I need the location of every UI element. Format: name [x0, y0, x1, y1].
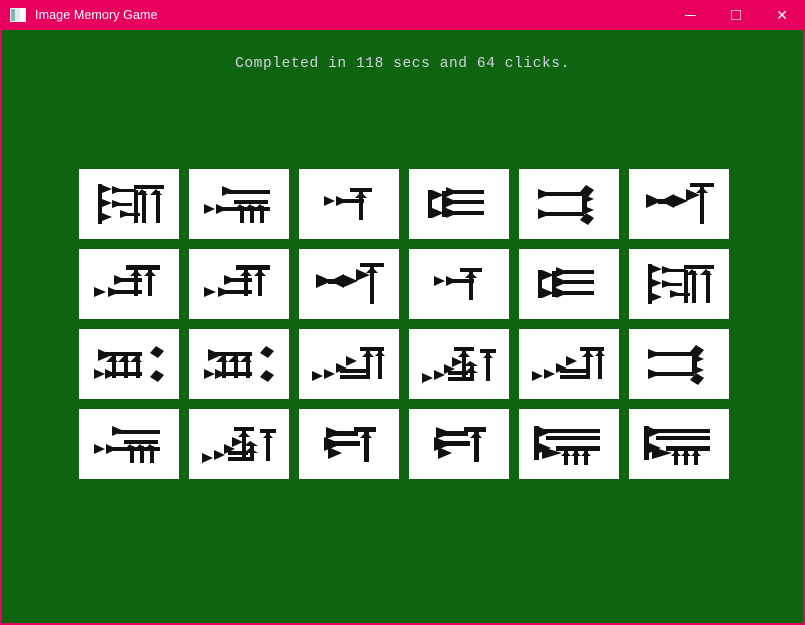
- image-icon: [10, 8, 26, 22]
- memory-card[interactable]: [79, 169, 179, 239]
- maximize-icon: [731, 10, 741, 20]
- memory-card[interactable]: [409, 249, 509, 319]
- memory-card[interactable]: [299, 249, 399, 319]
- cuneiform-b-icon: [94, 426, 160, 463]
- cuneiform-i-icon: [532, 347, 605, 381]
- memory-card[interactable]: [629, 169, 729, 239]
- memory-card[interactable]: [519, 169, 619, 239]
- close-icon: ✕: [776, 7, 788, 23]
- memory-card[interactable]: [519, 249, 619, 319]
- memory-card-grid: [79, 169, 731, 479]
- cuneiform-e-icon: [648, 345, 704, 385]
- memory-card[interactable]: [629, 249, 729, 319]
- cuneiform-e-icon: [538, 185, 594, 225]
- memory-card[interactable]: [189, 169, 289, 239]
- maximize-button[interactable]: [713, 0, 759, 30]
- memory-card[interactable]: [189, 329, 289, 399]
- memory-card[interactable]: [79, 249, 179, 319]
- cuneiform-l-icon: [534, 426, 600, 465]
- cuneiform-g-icon: [204, 265, 270, 297]
- cuneiform-b-icon: [204, 186, 270, 223]
- memory-card[interactable]: [189, 249, 289, 319]
- cuneiform-g-icon: [94, 265, 160, 297]
- cuneiform-f-icon: [646, 183, 714, 224]
- cuneiform-c-icon: [324, 188, 372, 220]
- cuneiform-h-icon: [204, 346, 274, 382]
- memory-card[interactable]: [299, 169, 399, 239]
- window-title: Image Memory Game: [35, 8, 158, 22]
- cuneiform-c-icon: [434, 268, 482, 300]
- game-client-area: Completed in 118 secs and 64 clicks.: [2, 30, 803, 623]
- minimize-icon: [684, 14, 696, 16]
- memory-card[interactable]: [79, 329, 179, 399]
- memory-card[interactable]: [189, 409, 289, 479]
- cuneiform-d-icon: [538, 267, 594, 298]
- memory-card[interactable]: [519, 329, 619, 399]
- cuneiform-a-icon: [98, 184, 164, 224]
- memory-card[interactable]: [409, 329, 509, 399]
- cuneiform-i-icon: [312, 347, 385, 381]
- cuneiform-k-icon: [324, 427, 376, 462]
- memory-card[interactable]: [629, 409, 729, 479]
- cuneiform-f-icon: [316, 263, 384, 304]
- close-button[interactable]: ✕: [759, 0, 803, 30]
- cuneiform-h-icon: [94, 346, 164, 382]
- cuneiform-d-icon: [428, 187, 484, 218]
- cuneiform-k-icon: [434, 427, 486, 462]
- memory-card[interactable]: [629, 329, 729, 399]
- status-message: Completed in 118 secs and 64 clicks.: [235, 56, 570, 72]
- cuneiform-a-icon: [648, 264, 714, 304]
- memory-card[interactable]: [409, 169, 509, 239]
- memory-card[interactable]: [299, 409, 399, 479]
- memory-card[interactable]: [409, 409, 509, 479]
- window-controls: ✕: [667, 0, 803, 30]
- minimize-button[interactable]: [667, 0, 713, 30]
- title-bar: Image Memory Game ✕: [2, 0, 803, 30]
- memory-card[interactable]: [519, 409, 619, 479]
- memory-card[interactable]: [79, 409, 179, 479]
- cuneiform-j-icon: [422, 347, 496, 383]
- memory-card[interactable]: [299, 329, 399, 399]
- cuneiform-j-icon: [202, 427, 276, 463]
- app-window: Image Memory Game ✕ Completed in 118 sec…: [0, 0, 805, 625]
- cuneiform-l-icon: [644, 426, 710, 465]
